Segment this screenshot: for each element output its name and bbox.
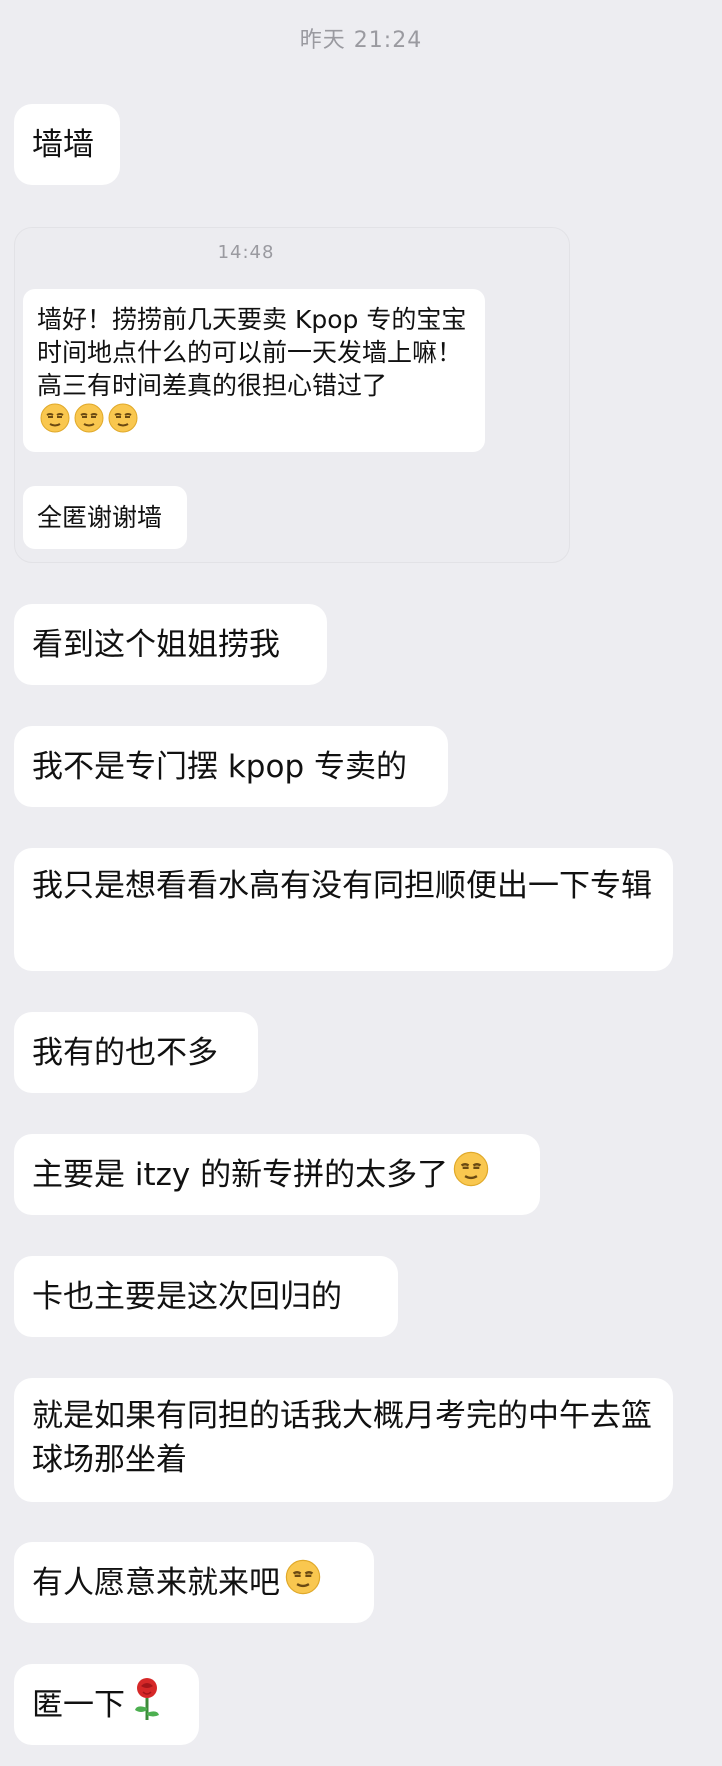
message-text: 我有的也不多 xyxy=(32,1034,218,1071)
message-bubble[interactable]: 就是如果有同担的话我大概月考完的中午去篮球场那坐着 xyxy=(14,1378,673,1502)
quote-timestamp: 14:48 xyxy=(217,242,275,263)
message-bubble[interactable]: 主要是 itzy 的新专拼的太多了 xyxy=(14,1134,540,1215)
message-text: 就是如果有同担的话我大概月考完的中午去篮球场那坐着 xyxy=(32,1398,652,1478)
chat-timestamp: 昨天 21:24 xyxy=(299,28,423,53)
rose-icon xyxy=(129,1676,165,1734)
message-bubble[interactable]: 我有的也不多 xyxy=(14,1012,258,1093)
quote-text: 墙好！捞捞前几天要卖 Kpop 专的宝宝时间地点什么的可以前一天发墙上嘛！高三有… xyxy=(37,305,467,400)
smirk-face-icon xyxy=(73,402,105,442)
message-bubble[interactable]: 我只是想看看水高有没有同担顺便出一下专辑 xyxy=(14,848,673,971)
message-bubble[interactable]: 匿一下 xyxy=(14,1664,199,1745)
message-text: 我不是专门摆 kpop 专卖的 xyxy=(32,748,407,785)
message-text: 看到这个姐姐捞我 xyxy=(32,626,280,663)
message-text: 墙墙 xyxy=(32,126,94,163)
smirk-face-icon xyxy=(284,1558,322,1608)
smirk-face-icon xyxy=(107,402,139,442)
message-bubble[interactable]: 有人愿意来就来吧 xyxy=(14,1542,374,1623)
quote-bubble: 墙好！捞捞前几天要卖 Kpop 专的宝宝时间地点什么的可以前一天发墙上嘛！高三有… xyxy=(23,289,485,452)
message-text: 匿一下 xyxy=(32,1686,125,1723)
message-text: 卡也主要是这次回归的 xyxy=(32,1278,342,1315)
smirk-face-icon xyxy=(452,1150,490,1200)
message-text: 有人愿意来就来吧 xyxy=(32,1564,280,1601)
smirk-face-icon xyxy=(39,402,71,442)
message-bubble[interactable]: 墙墙 xyxy=(14,104,120,185)
quote-reply-bubble: 全匿谢谢墙 xyxy=(23,486,187,549)
quote-reply-text: 全匿谢谢墙 xyxy=(37,503,163,532)
message-bubble[interactable]: 卡也主要是这次回归的 xyxy=(14,1256,398,1337)
quoted-message-card[interactable]: 14:48 墙好！捞捞前几天要卖 Kpop 专的宝宝时间地点什么的可以前一天发墙… xyxy=(14,227,570,563)
message-text: 我只是想看看水高有没有同担顺便出一下专辑 xyxy=(32,868,652,904)
message-text: 主要是 itzy 的新专拼的太多了 xyxy=(32,1156,449,1193)
message-bubble[interactable]: 我不是专门摆 kpop 专卖的 xyxy=(14,726,448,807)
message-bubble[interactable]: 看到这个姐姐捞我 xyxy=(14,604,327,685)
